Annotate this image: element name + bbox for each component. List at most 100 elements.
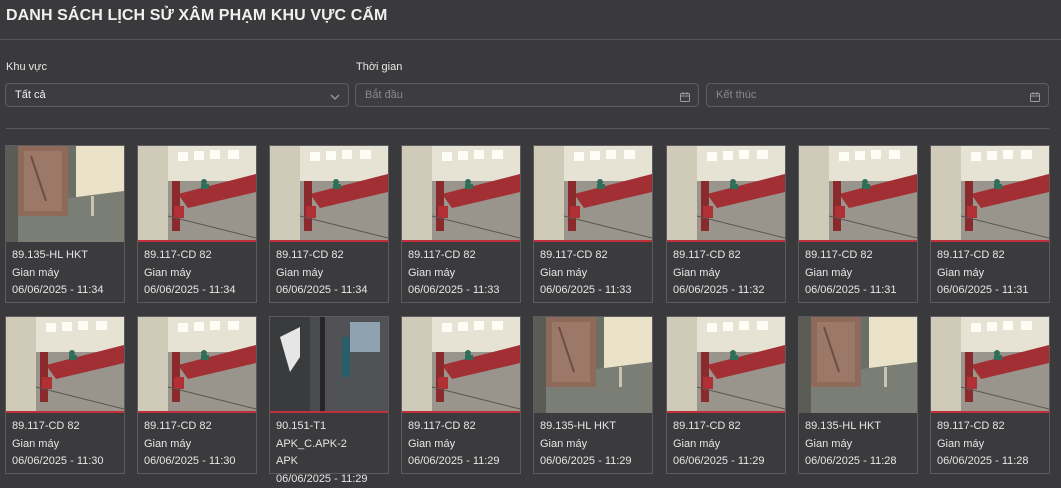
event-snapshot[interactable] xyxy=(667,146,785,242)
time-filter-label: Thời gian xyxy=(356,61,402,73)
event-card[interactable]: 89.117-CD 82Gian máy06/06/2025 - 11:29 xyxy=(401,316,521,474)
event-card[interactable]: 89.135-HL HKTGian máy06/06/2025 - 11:34 xyxy=(5,145,125,303)
event-snapshot[interactable] xyxy=(6,317,124,413)
event-info: 89.117-CD 82Gian máy06/06/2025 - 11:34 xyxy=(276,247,368,300)
event-info: 89.117-CD 82Gian máy06/06/2025 - 11:32 xyxy=(673,247,765,300)
event-info: 89.135-HL HKTGian máy06/06/2025 - 11:28 xyxy=(805,418,897,471)
event-timestamp: 06/06/2025 - 11:29 xyxy=(673,453,765,471)
page-title: DANH SÁCH LỊCH SỬ XÂM PHẠM KHU VỰC CẤM xyxy=(6,7,387,25)
event-timestamp: 06/06/2025 - 11:34 xyxy=(276,282,368,300)
event-info: 90.151-T1APK_C.APK-2APK06/06/2025 - 11:2… xyxy=(276,418,368,488)
event-snapshot[interactable] xyxy=(667,317,785,413)
event-info: 89.117-CD 82Gian máy06/06/2025 - 11:28 xyxy=(937,418,1029,471)
event-timestamp: 06/06/2025 - 11:29 xyxy=(540,453,632,471)
event-camera-name: 89.117-CD 82 xyxy=(144,247,236,265)
event-area: Gian máy xyxy=(408,436,500,454)
event-info: 89.117-CD 82Gian máy06/06/2025 - 11:31 xyxy=(937,247,1029,300)
event-snapshot[interactable] xyxy=(799,317,917,413)
event-snapshot[interactable] xyxy=(270,146,388,242)
event-timestamp: 06/06/2025 - 11:33 xyxy=(540,282,632,300)
event-camera-name: 89.117-CD 82 xyxy=(937,418,1029,436)
event-timestamp: 06/06/2025 - 11:31 xyxy=(805,282,897,300)
event-camera-name: 90.151-T1 xyxy=(276,418,368,436)
event-snapshot[interactable] xyxy=(402,317,520,413)
event-camera-name: 89.135-HL HKT xyxy=(805,418,897,436)
event-camera-name: 89.117-CD 82 xyxy=(408,418,500,436)
end-date-placeholder: Kết thúc xyxy=(716,89,756,101)
event-timestamp: 06/06/2025 - 11:34 xyxy=(12,282,104,300)
event-info: 89.117-CD 82Gian máy06/06/2025 - 11:34 xyxy=(144,247,236,300)
event-area: Gian máy xyxy=(673,265,765,283)
event-snapshot[interactable] xyxy=(138,317,256,413)
event-area: APK_C.APK-2 xyxy=(276,436,368,454)
event-card[interactable]: 89.117-CD 82Gian máy06/06/2025 - 11:28 xyxy=(930,316,1050,474)
event-timestamp: 06/06/2025 - 11:34 xyxy=(144,282,236,300)
event-timestamp: 06/06/2025 - 11:30 xyxy=(12,453,104,471)
event-area: Gian máy xyxy=(12,436,104,454)
event-area: Gian máy xyxy=(937,436,1029,454)
filter-divider xyxy=(6,128,1049,129)
event-area: Gian máy xyxy=(937,265,1029,283)
event-info: 89.135-HL HKTGian máy06/06/2025 - 11:29 xyxy=(540,418,632,471)
event-timestamp: 06/06/2025 - 11:33 xyxy=(408,282,500,300)
event-card[interactable]: 89.117-CD 82Gian máy06/06/2025 - 11:31 xyxy=(798,145,918,303)
event-area: Gian máy xyxy=(805,265,897,283)
event-area: Gian máy xyxy=(144,436,236,454)
event-snapshot[interactable] xyxy=(931,146,1049,242)
event-card[interactable]: 89.117-CD 82Gian máy06/06/2025 - 11:34 xyxy=(269,145,389,303)
event-info: 89.135-HL HKTGian máy06/06/2025 - 11:34 xyxy=(12,247,104,300)
event-area: Gian máy xyxy=(540,265,632,283)
event-snapshot[interactable] xyxy=(534,146,652,242)
event-camera-name: 89.135-HL HKT xyxy=(12,247,104,265)
event-camera-name: 89.117-CD 82 xyxy=(276,247,368,265)
event-timestamp: 06/06/2025 - 11:30 xyxy=(144,453,236,471)
event-card[interactable]: 89.117-CD 82Gian máy06/06/2025 - 11:29 xyxy=(666,316,786,474)
event-area: Gian máy xyxy=(408,265,500,283)
event-snapshot[interactable] xyxy=(6,146,124,242)
event-camera-name: 89.117-CD 82 xyxy=(673,247,765,265)
event-timestamp: 06/06/2025 - 11:28 xyxy=(937,453,1029,471)
event-card[interactable]: 89.117-CD 82Gian máy06/06/2025 - 11:30 xyxy=(137,316,257,474)
event-snapshot[interactable] xyxy=(534,317,652,413)
event-area-extra: APK xyxy=(276,453,368,471)
event-snapshot[interactable] xyxy=(931,317,1049,413)
event-camera-name: 89.135-HL HKT xyxy=(540,418,632,436)
event-camera-name: 89.117-CD 82 xyxy=(937,247,1029,265)
event-info: 89.117-CD 82Gian máy06/06/2025 - 11:33 xyxy=(540,247,632,300)
event-timestamp: 06/06/2025 - 11:29 xyxy=(276,471,368,488)
event-card[interactable]: 89.117-CD 82Gian máy06/06/2025 - 11:34 xyxy=(137,145,257,303)
event-card[interactable]: 89.117-CD 82Gian máy06/06/2025 - 11:33 xyxy=(533,145,653,303)
event-info: 89.117-CD 82Gian máy06/06/2025 - 11:33 xyxy=(408,247,500,300)
event-card[interactable]: 90.151-T1APK_C.APK-2APK06/06/2025 - 11:2… xyxy=(269,316,389,474)
event-info: 89.117-CD 82Gian máy06/06/2025 - 11:29 xyxy=(673,418,765,471)
event-area: Gian máy xyxy=(12,265,104,283)
event-area: Gian máy xyxy=(673,436,765,454)
event-timestamp: 06/06/2025 - 11:32 xyxy=(673,282,765,300)
event-snapshot[interactable] xyxy=(402,146,520,242)
calendar-icon[interactable] xyxy=(1029,89,1041,101)
event-area: Gian máy xyxy=(805,436,897,454)
area-filter-label: Khu vực xyxy=(6,61,47,73)
event-area: Gian máy xyxy=(144,265,236,283)
event-card[interactable]: 89.117-CD 82Gian máy06/06/2025 - 11:31 xyxy=(930,145,1050,303)
event-timestamp: 06/06/2025 - 11:31 xyxy=(937,282,1029,300)
event-card[interactable]: 89.117-CD 82Gian máy06/06/2025 - 11:32 xyxy=(666,145,786,303)
event-snapshot[interactable] xyxy=(270,317,388,413)
event-info: 89.117-CD 82Gian máy06/06/2025 - 11:30 xyxy=(144,418,236,471)
event-area: Gian máy xyxy=(276,265,368,283)
event-card[interactable]: 89.135-HL HKTGian máy06/06/2025 - 11:28 xyxy=(798,316,918,474)
event-info: 89.117-CD 82Gian máy06/06/2025 - 11:30 xyxy=(12,418,104,471)
event-area: Gian máy xyxy=(540,436,632,454)
page-header: DANH SÁCH LỊCH SỬ XÂM PHẠM KHU VỰC CẤM xyxy=(0,0,1061,40)
event-camera-name: 89.117-CD 82 xyxy=(540,247,632,265)
area-select[interactable]: Tất cả xyxy=(5,83,349,107)
chevron-down-icon xyxy=(329,89,341,101)
calendar-icon[interactable] xyxy=(679,89,691,101)
event-snapshot[interactable] xyxy=(138,146,256,242)
event-card[interactable]: 89.117-CD 82Gian máy06/06/2025 - 11:33 xyxy=(401,145,521,303)
event-snapshot[interactable] xyxy=(799,146,917,242)
event-card[interactable]: 89.135-HL HKTGian máy06/06/2025 - 11:29 xyxy=(533,316,653,474)
start-date-input[interactable]: Bắt đầu xyxy=(355,83,699,107)
end-date-input[interactable]: Kết thúc xyxy=(706,83,1049,107)
event-card[interactable]: 89.117-CD 82Gian máy06/06/2025 - 11:30 xyxy=(5,316,125,474)
